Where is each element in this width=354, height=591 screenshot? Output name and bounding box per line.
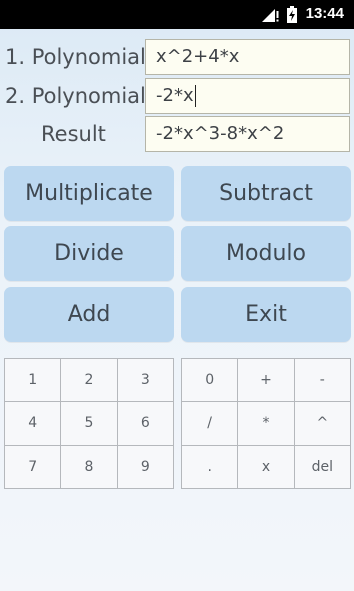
key-caret[interactable]: ^ [294, 402, 351, 446]
key-6[interactable]: 6 [117, 402, 174, 446]
key-7[interactable]: 7 [5, 445, 62, 489]
result-value: -2*x^3-8*x^2 [156, 123, 285, 144]
divide-button[interactable]: Divide [4, 226, 174, 281]
polynomial-2-label: 2. Polynomial [5, 84, 146, 108]
text-cursor [194, 85, 196, 107]
polynomial-1-label: 1. Polynomial [5, 45, 146, 69]
key-5[interactable]: 5 [61, 402, 118, 446]
modulo-button[interactable]: Modulo [181, 226, 351, 281]
key-slash[interactable]: / [182, 402, 239, 446]
polynomial-2-row: 2. Polynomial -2*x [0, 78, 354, 114]
key-asterisk[interactable]: * [238, 402, 295, 446]
key-0[interactable]: 0 [182, 359, 239, 403]
key-3[interactable]: 3 [117, 359, 174, 403]
key-4[interactable]: 4 [5, 402, 62, 446]
polynomial-1-row: 1. Polynomial x^2+4*x [0, 39, 354, 75]
operator-keypad: 0 + - / * ^ . x del [181, 358, 351, 489]
result-row: Result -2*x^3-8*x^2 [0, 116, 354, 152]
polynomial-2-value: -2*x [156, 85, 194, 106]
polynomial-1-value: x^2+4*x [156, 46, 240, 67]
key-dot[interactable]: . [182, 445, 239, 489]
key-1[interactable]: 1 [5, 359, 62, 403]
battery-charging-icon [287, 6, 297, 27]
multiplicate-button[interactable]: Multiplicate [4, 166, 174, 221]
result-label: Result [41, 122, 106, 146]
polynomial-2-input[interactable]: -2*x [145, 78, 350, 114]
key-8[interactable]: 8 [61, 445, 118, 489]
result-field[interactable]: -2*x^3-8*x^2 [145, 116, 350, 152]
key-minus[interactable]: - [294, 359, 351, 403]
key-x[interactable]: x [238, 445, 295, 489]
subtract-button[interactable]: Subtract [181, 166, 351, 221]
clock: 13:44 [305, 5, 344, 22]
key-del[interactable]: del [294, 445, 351, 489]
key-2[interactable]: 2 [61, 359, 118, 403]
digit-keypad: 1 2 3 4 5 6 7 8 9 [4, 358, 174, 489]
key-9[interactable]: 9 [117, 445, 174, 489]
status-bar: 13:44 [0, 0, 354, 29]
key-plus[interactable]: + [238, 359, 295, 403]
add-button[interactable]: Add [4, 287, 174, 342]
signal-icon [262, 7, 280, 26]
exit-button[interactable]: Exit [181, 287, 351, 342]
polynomial-1-input[interactable]: x^2+4*x [145, 39, 350, 75]
